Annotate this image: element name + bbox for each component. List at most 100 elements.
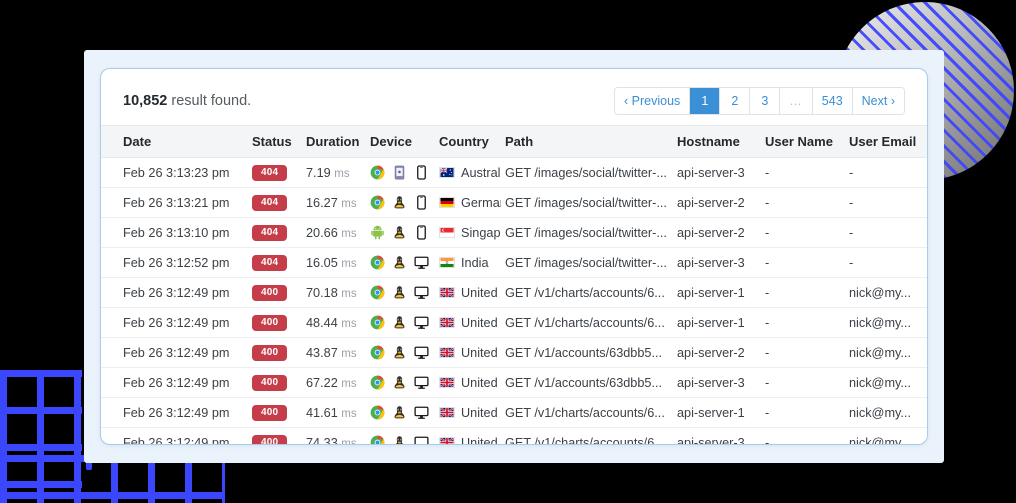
duration-value: 43.87 [306,345,338,360]
cell-duration: 70.18 ms [306,277,370,308]
cell-duration: 43.87 ms [306,337,370,368]
column-header-duration[interactable]: Duration [306,125,370,158]
table-row[interactable]: Feb 26 3:12:49 pm 400 67.22 ms United GET /v… [101,367,927,398]
status-badge: 400 [252,285,288,301]
ubuntu-icon [392,405,407,420]
cell-status: 404 [252,187,306,218]
column-header-status[interactable]: Status [252,125,306,158]
chrome-icon [370,375,385,390]
table-header-row: Date Status Duration Device Country Path… [101,125,927,158]
ubuntu-icon [392,315,407,330]
ubuntu-icon [392,195,407,210]
cell-date: Feb 26 3:12:49 pm [101,277,252,308]
cell-hostname: api-server-3 [677,157,765,188]
cell-user-name: - [765,247,849,278]
table-row[interactable]: Feb 26 3:12:49 pm 400 43.87 ms United GET /v… [101,337,927,368]
cell-status: 400 [252,427,306,444]
country-label: Australia [461,165,501,180]
column-header-hostname[interactable]: Hostname [677,125,765,158]
cell-device [370,397,439,428]
status-badge: 404 [252,225,288,241]
chrome-icon [370,195,385,210]
ubuntu-icon [392,255,407,270]
flag-sg-icon [439,227,455,238]
cell-country: United [439,307,505,338]
desktop-icon [414,405,429,420]
cell-user-name: - [765,427,849,444]
cell-path: GET /images/social/twitter-... [505,217,677,248]
duration-unit: ms [334,167,350,180]
column-header-country[interactable]: Country [439,125,505,158]
table-row[interactable]: Feb 26 3:12:49 pm 400 70.18 ms United GET /v… [101,277,927,308]
cell-path: GET /v1/accounts/63dbb5... [505,367,677,398]
cell-device [370,367,439,398]
cell-country: United [439,337,505,368]
duration-unit: ms [341,407,357,420]
duration-value: 16.27 [306,195,338,210]
column-header-device[interactable]: Device [370,125,439,158]
pagination-previous[interactable]: ‹ Previous [615,88,691,114]
cell-duration: 48.44 ms [306,307,370,338]
cell-device [370,157,439,188]
cell-duration: 74.33 ms [306,427,370,444]
cell-user-name: - [765,277,849,308]
cell-user-email: nick@my... [849,277,927,308]
cell-duration: 67.22 ms [306,367,370,398]
cell-date: Feb 26 3:12:49 pm [101,367,252,398]
table-row[interactable]: Feb 26 3:13:23 pm404 7.19 ms Australia GET … [101,157,927,188]
pagination-page-3[interactable]: 3 [750,88,781,114]
duration-unit: ms [341,257,357,270]
cell-country: India [439,247,505,278]
column-header-path[interactable]: Path [505,125,677,158]
cell-hostname: api-server-2 [677,337,765,368]
pagination-page-543[interactable]: 543 [812,88,853,114]
tablet-icon [392,165,407,180]
duration-value: 20.66 [306,225,338,240]
cell-country: Singapore [439,217,505,248]
cell-user-name: - [765,217,849,248]
table-row[interactable]: Feb 26 3:13:10 pm404 20.66 ms Singapore GET… [101,217,927,248]
country-label: Singapore [461,225,501,240]
pagination-next[interactable]: Next › [852,88,904,114]
cell-status: 400 [252,397,306,428]
pagination[interactable]: ‹ Previous 1 2 3 … 543 Next › [614,87,905,115]
pagination-page-2[interactable]: 2 [720,88,751,114]
flag-au-icon [439,167,455,178]
cell-status: 400 [252,277,306,308]
cell-user-email: - [849,247,927,278]
cell-path: GET /images/social/twitter-... [505,187,677,218]
table-row[interactable]: Feb 26 3:12:49 pm 400 74.33 ms United GET /v… [101,427,927,445]
pagination-page-1[interactable]: 1 [690,88,721,114]
cell-status: 400 [252,367,306,398]
column-header-user-name[interactable]: User Name [765,125,849,158]
table-row[interactable]: Feb 26 3:12:49 pm 400 48.44 ms United GET /v… [101,307,927,338]
table-row[interactable]: Feb 26 3:12:52 pm 404 16.05 ms India GET /im… [101,247,927,278]
status-badge: 400 [252,345,288,361]
column-header-user-email[interactable]: User Email [849,125,927,158]
cell-user-name: - [765,187,849,218]
chrome-icon [370,405,385,420]
duration-value: 67.22 [306,375,338,390]
cell-duration: 16.05 ms [306,247,370,278]
cell-duration: 7.19 ms [306,157,370,188]
table-row[interactable]: Feb 26 3:12:49 pm 400 41.61 ms United GET /v… [101,397,927,428]
duration-value: 41.61 [306,405,338,420]
ubuntu-icon [392,225,407,240]
cell-hostname: api-server-2 [677,187,765,218]
duration-unit: ms [341,317,357,330]
status-badge: 400 [252,405,288,421]
ubuntu-icon [392,375,407,390]
country-label: United [461,435,498,445]
country-label: United [461,315,498,330]
desktop-icon [414,375,429,390]
ubuntu-icon [392,285,407,300]
cell-user-name: - [765,157,849,188]
cell-path: GET /v1/charts/accounts/6... [505,307,677,338]
chrome-icon [370,435,385,444]
cell-status: 404 [252,157,306,188]
table-row[interactable]: Feb 26 3:13:21 pm404 16.27 ms Germany GET /… [101,187,927,218]
result-count-number: 10,852 [123,93,168,109]
duration-unit: ms [341,227,357,240]
column-header-date[interactable]: Date [101,125,252,158]
android-icon [370,225,385,240]
